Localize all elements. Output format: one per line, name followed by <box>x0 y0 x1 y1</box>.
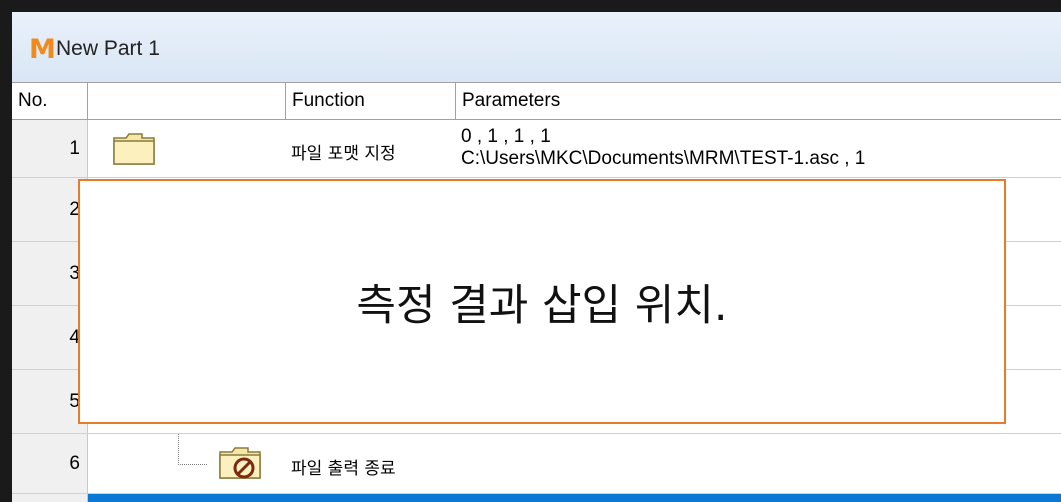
program-window: M New Part 1 No. Function Parameters 1 파… <box>12 12 1061 502</box>
table-row-selected[interactable] <box>12 494 1061 502</box>
tree-connector <box>178 434 207 465</box>
row-number: 3 <box>12 242 88 305</box>
column-header-function[interactable]: Function <box>286 83 456 119</box>
row-number <box>12 494 88 502</box>
column-header-no[interactable]: No. <box>12 83 88 119</box>
folder-icon <box>113 133 155 165</box>
column-header-parameters[interactable]: Parameters <box>456 83 1061 119</box>
row-number: 6 <box>12 434 88 493</box>
annotation-box: 측정 결과 삽입 위치. <box>78 179 1006 424</box>
folder-close-icon <box>219 447 261 479</box>
row-number: 4 <box>12 306 88 369</box>
window-title: New Part 1 <box>56 37 160 60</box>
selection-highlight <box>88 494 1061 502</box>
column-header-icon[interactable] <box>88 83 286 119</box>
row-number: 1 <box>12 120 88 177</box>
row-number: 2 <box>12 178 88 241</box>
app-logo-icon: M <box>29 34 56 65</box>
grid-header: No. Function Parameters <box>12 82 1061 120</box>
parameters-line-1: 0 , 1 , 1 , 1 <box>461 126 551 147</box>
table-row[interactable]: 1 파일 포맷 지정 0 , 1 , 1 , 1 C:\Users\MKC\Do… <box>12 120 1061 178</box>
function-label: 파일 포맷 지정 <box>291 144 396 164</box>
title-bar: M New Part 1 <box>12 12 1061 82</box>
annotation-text: 측정 결과 삽입 위치. <box>356 280 728 331</box>
parameters-line-2: C:\Users\MKC\Documents\MRM\TEST-1.asc , … <box>461 148 866 169</box>
table-row[interactable]: 6 파일 출력 종료 <box>12 434 1061 494</box>
function-label: 파일 출력 종료 <box>291 459 396 479</box>
row-number: 5 <box>12 370 88 433</box>
